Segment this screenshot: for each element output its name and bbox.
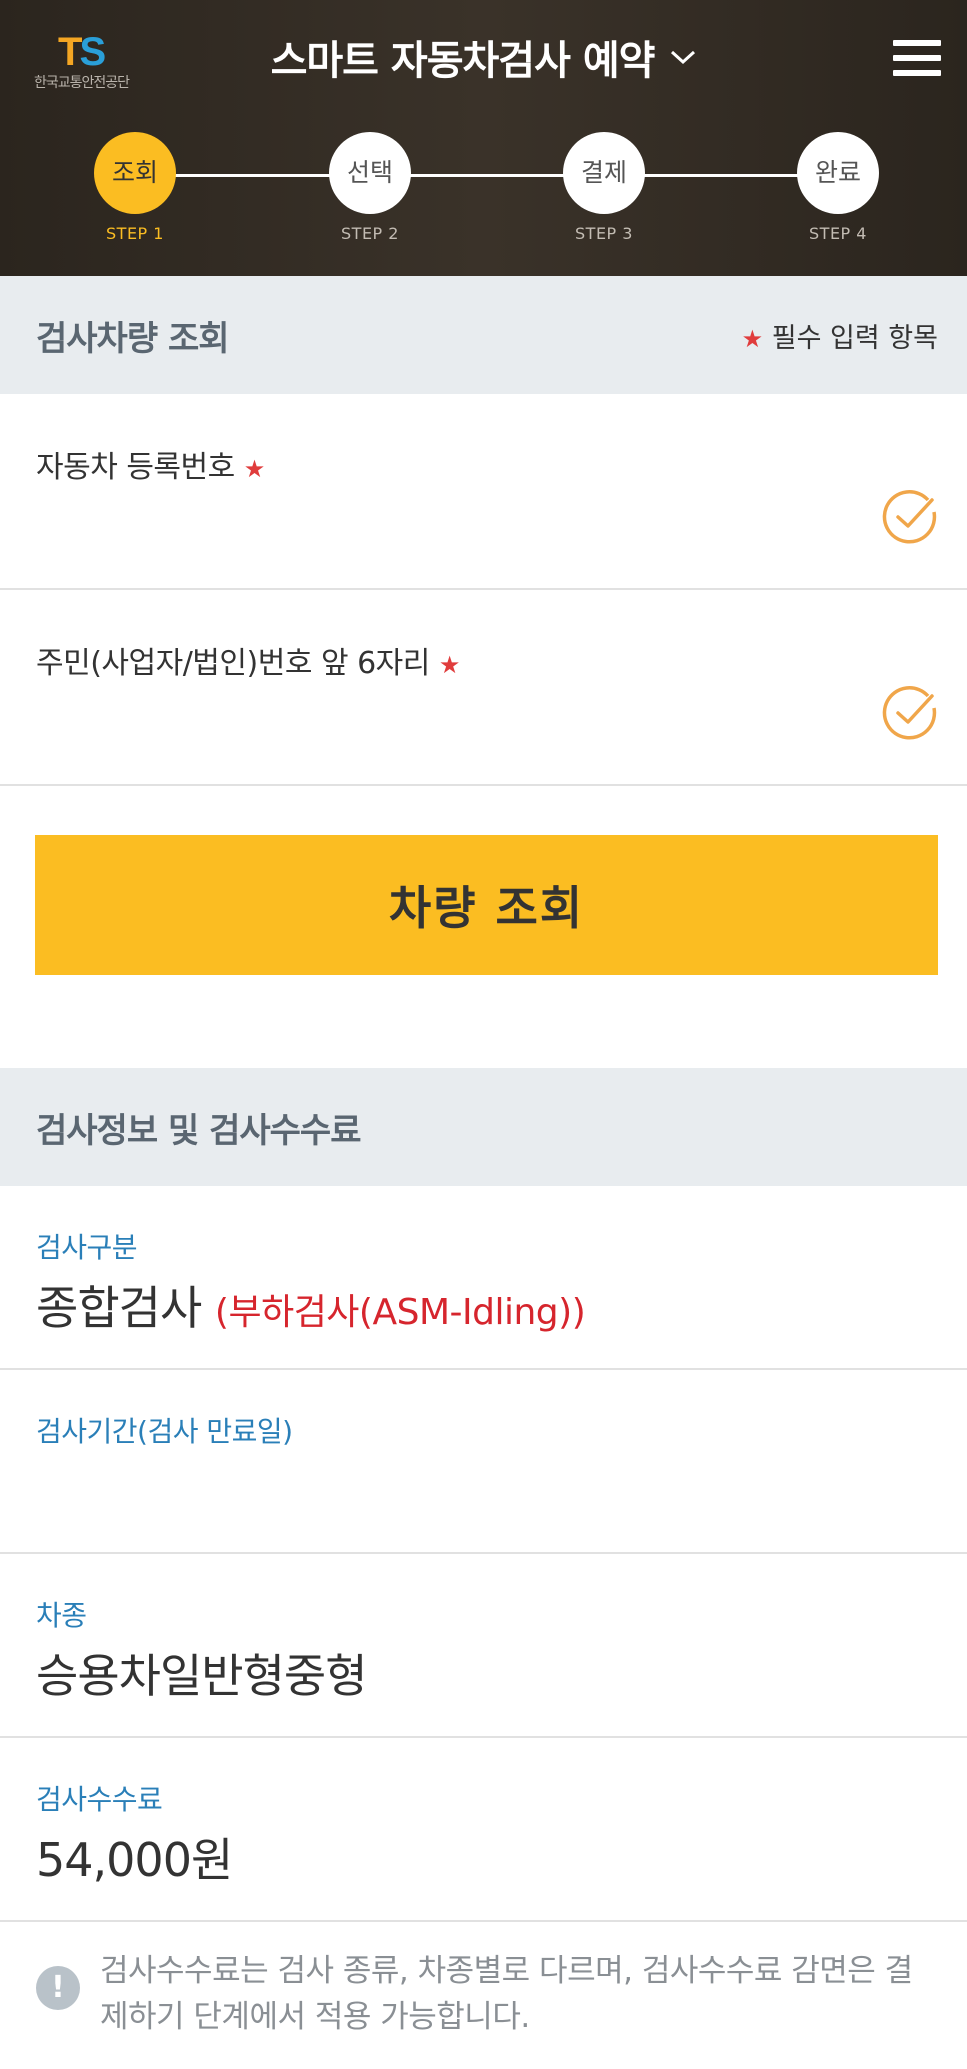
step-label: STEP 4	[809, 224, 867, 243]
inspection-type-label: 검사구분	[36, 1231, 138, 1264]
vehicle-lookup-button[interactable]: 차량 조회	[35, 835, 938, 975]
id-number-field[interactable]: 주민(사업자/법인)번호 앞 6자리 ★	[0, 590, 967, 786]
required-star: ★	[741, 324, 764, 353]
step-label: STEP 3	[575, 224, 633, 243]
step-3: 결제 STEP 3	[544, 132, 664, 243]
inspection-period-label: 검사기간(검사 만료일)	[36, 1415, 293, 1448]
step-label: STEP 1	[106, 224, 164, 243]
vehicle-type-row: 차종 승용차일반형중형	[0, 1554, 967, 1738]
step-1: 조회 STEP 1	[75, 132, 195, 243]
inspection-period-row: 검사기간(검사 만료일)	[0, 1370, 967, 1554]
step-progress: 조회 STEP 1 선택 STEP 2 결제 STEP 3 완료 STEP 4	[0, 132, 967, 252]
required-star: ★	[243, 455, 266, 483]
vehicle-type-label: 차종	[36, 1599, 87, 1632]
inspection-type-row: 검사구분 종합검사 (부하검사(ASM-Idling))	[0, 1186, 967, 1370]
inspection-type-value: 종합검사 (부하검사(ASM-Idling))	[36, 1281, 586, 1335]
inspection-fee-label: 검사수수료	[36, 1783, 163, 1816]
inspection-subtype: (부하검사(ASM-Idling))	[214, 1292, 586, 1333]
info-icon: !	[36, 1966, 80, 2010]
registration-number-field[interactable]: 자동차 등록번호 ★	[0, 394, 967, 590]
app-header: TS 한국교통안전공단 스마트 자동차검사 예약 조회 STEP 1 선택 ST…	[0, 0, 967, 276]
lookup-section-header: 검사차량 조회 ★ 필수 입력 항목	[0, 276, 967, 394]
step-circle: 조회	[94, 132, 176, 214]
required-star: ★	[438, 651, 461, 679]
field-label: 자동차 등록번호 ★	[36, 450, 266, 485]
section-title: 검사차량 조회	[36, 318, 230, 359]
vehicle-type-value: 승용차일반형중형	[36, 1649, 368, 1703]
check-circle-icon	[882, 490, 937, 544]
step-circle: 결제	[563, 132, 645, 214]
page-title: 스마트 자동차검사 예약	[270, 38, 656, 84]
section-title: 검사정보 및 검사수수료	[36, 1110, 361, 1151]
step-4: 완료 STEP 4	[778, 132, 898, 243]
check-circle-icon	[882, 686, 937, 740]
fee-notice: ! 검사수수료는 검사 종류, 차종별로 다르며, 검사수수료 감면은 결제하기…	[0, 1922, 967, 2040]
step-circle: 완료	[797, 132, 879, 214]
step-label: STEP 2	[341, 224, 399, 243]
step-circle: 선택	[329, 132, 411, 214]
info-section-header: 검사정보 및 검사수수료	[0, 1068, 967, 1186]
inspection-fee-value: 54,000원	[36, 1833, 233, 1887]
chevron-down-icon	[671, 50, 696, 65]
field-label: 주민(사업자/법인)번호 앞 6자리 ★	[36, 646, 461, 681]
hamburger-menu-icon[interactable]	[893, 40, 941, 84]
lookup-button-container: 차량 조회	[0, 786, 967, 1068]
page-title-dropdown[interactable]: 스마트 자동차검사 예약	[271, 28, 697, 86]
step-connector-line	[135, 174, 832, 177]
required-note: ★ 필수 입력 항목	[741, 322, 938, 354]
notice-text: 검사수수료는 검사 종류, 차종별로 다르며, 검사수수료 감면은 결제하기 단…	[100, 1953, 913, 2035]
inspection-fee-row: 검사수수료 54,000원	[0, 1738, 967, 1922]
step-2: 선택 STEP 2	[310, 132, 430, 243]
